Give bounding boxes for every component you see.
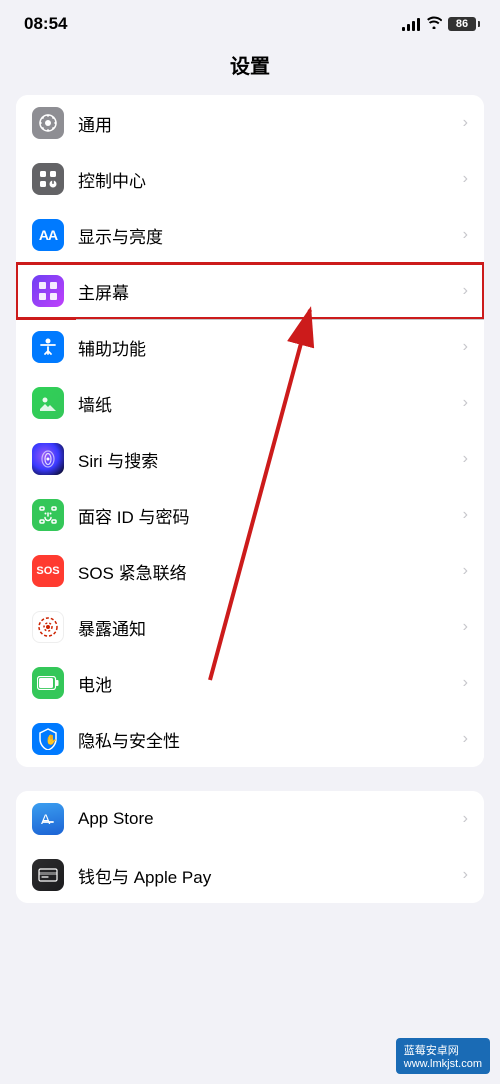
wallpaper-chevron: › xyxy=(463,394,468,412)
status-bar: 08:54 86 xyxy=(0,0,500,42)
watermark: 蓝莓安卓网www.lmkjst.com xyxy=(396,1038,490,1074)
general-label: 通用 xyxy=(78,111,457,136)
settings-row-faceid[interactable]: 面容 ID 与密码 › xyxy=(16,487,484,543)
sos-icon: SOS xyxy=(32,555,64,587)
faceid-label: 面容 ID 与密码 xyxy=(78,503,457,528)
privacy-chevron: › xyxy=(463,730,468,748)
wallpaper-icon xyxy=(32,387,64,419)
exposure-label: 暴露通知 xyxy=(78,615,457,640)
display-icon: AA xyxy=(32,219,64,251)
accessibility-icon xyxy=(32,331,64,363)
siri-icon xyxy=(32,443,64,475)
accessibility-label: 辅助功能 xyxy=(78,335,457,360)
bottom-settings-section: A App Store › 钱包与 Apple Pay › xyxy=(16,791,484,903)
settings-row-privacy[interactable]: ✋ 隐私与安全性 › xyxy=(16,711,484,767)
privacy-label: 隐私与安全性 xyxy=(78,727,457,752)
settings-row-wallpaper[interactable]: 墙纸 › xyxy=(16,375,484,431)
settings-row-accessibility[interactable]: 辅助功能 › xyxy=(16,319,484,375)
settings-row-battery[interactable]: 电池 › xyxy=(16,655,484,711)
home-screen-chevron: › xyxy=(463,282,468,300)
status-time: 08:54 xyxy=(24,14,67,34)
svg-text:✋: ✋ xyxy=(45,733,57,746)
accessibility-chevron: › xyxy=(463,338,468,356)
signal-icon xyxy=(402,17,420,31)
exposure-chevron: › xyxy=(463,618,468,636)
home-screen-label: 主屏幕 xyxy=(78,279,457,304)
settings-row-wallet[interactable]: 钱包与 Apple Pay › xyxy=(16,847,484,903)
sos-label: SOS 紧急联络 xyxy=(78,559,457,584)
control-center-label: 控制中心 xyxy=(78,167,457,192)
page-title: 设置 xyxy=(0,42,500,95)
settings-row-general[interactable]: 通用 › xyxy=(16,95,484,151)
sos-chevron: › xyxy=(463,562,468,580)
wallet-label: 钱包与 Apple Pay xyxy=(78,863,457,888)
settings-row-appstore[interactable]: A App Store › xyxy=(16,791,484,847)
status-icons: 86 xyxy=(402,16,476,32)
battery-settings-icon xyxy=(32,667,64,699)
main-settings-section: 通用 › 控制中心 › AA 显示与亮度 › xyxy=(16,95,484,767)
wallpaper-label: 墙纸 xyxy=(78,391,457,416)
display-chevron: › xyxy=(463,226,468,244)
appstore-icon: A xyxy=(32,803,64,835)
home-screen-icon xyxy=(32,275,64,307)
faceid-icon xyxy=(32,499,64,531)
control-center-chevron: › xyxy=(463,170,468,188)
display-label: 显示与亮度 xyxy=(78,223,457,248)
settings-row-home-screen[interactable]: 主屏幕 › xyxy=(16,263,484,319)
privacy-icon: ✋ xyxy=(32,723,64,755)
svg-text:A: A xyxy=(41,811,51,827)
wallet-chevron: › xyxy=(463,866,468,884)
settings-row-sos[interactable]: SOS SOS 紧急联络 › xyxy=(16,543,484,599)
general-icon xyxy=(32,107,64,139)
battery-icon: 86 xyxy=(448,17,476,31)
control-center-icon xyxy=(32,163,64,195)
appstore-label: App Store xyxy=(78,809,457,829)
faceid-chevron: › xyxy=(463,506,468,524)
settings-row-display[interactable]: AA 显示与亮度 › xyxy=(16,207,484,263)
settings-row-siri[interactable]: Siri 与搜索 › xyxy=(16,431,484,487)
appstore-chevron: › xyxy=(463,810,468,828)
siri-label: Siri 与搜索 xyxy=(78,447,457,472)
battery-label: 电池 xyxy=(78,671,457,696)
siri-chevron: › xyxy=(463,450,468,468)
exposure-icon xyxy=(32,611,64,643)
settings-row-control-center[interactable]: 控制中心 › xyxy=(16,151,484,207)
settings-row-exposure[interactable]: 暴露通知 › xyxy=(16,599,484,655)
general-chevron: › xyxy=(463,114,468,132)
wallet-icon xyxy=(32,859,64,891)
battery-chevron: › xyxy=(463,674,468,692)
wifi-icon xyxy=(426,16,442,32)
